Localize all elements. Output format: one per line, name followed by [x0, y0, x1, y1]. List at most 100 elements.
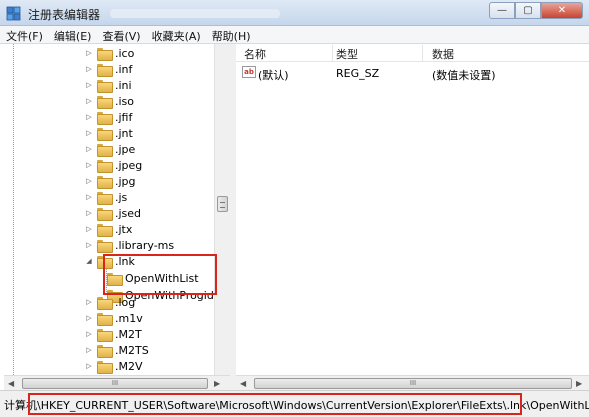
expand-arrow-icon[interactable]: ▷ — [84, 145, 94, 153]
tree-node-label: .M2TS — [115, 343, 149, 357]
tree-node-openwithlist[interactable]: OpenWithList — [104, 270, 199, 286]
close-button[interactable]: ✕ — [541, 2, 583, 19]
tree-node-label: .ini — [115, 78, 132, 92]
scroll-right-icon[interactable]: ▶ — [576, 379, 582, 388]
tree-node[interactable]: ▷ .M2V — [84, 358, 143, 374]
tree-node-label: OpenWithList — [125, 271, 199, 285]
tree-node-label: .jpeg — [115, 158, 143, 172]
tree-node-lnk[interactable]: ◢ .lnk — [84, 253, 135, 269]
expand-arrow-icon[interactable]: ▷ — [84, 362, 94, 370]
tree-node[interactable]: ▷ .M2TS — [84, 342, 149, 358]
scroll-left-icon[interactable]: ◀ — [240, 379, 246, 388]
tree-node[interactable]: ▷ .m1v — [84, 310, 143, 326]
menu-file[interactable]: 文件(F) — [0, 26, 48, 43]
tree-node[interactable]: ▷ .M2T — [84, 326, 142, 342]
tree-node-label: .jtx — [115, 222, 133, 236]
window-controls: — ▢ ✕ — [489, 2, 583, 19]
tree-node[interactable]: ▷ .jpe — [84, 141, 135, 157]
expand-arrow-icon[interactable]: ▷ — [84, 346, 94, 354]
folder-icon — [97, 344, 113, 358]
folder-icon — [97, 207, 113, 221]
column-separator[interactable] — [332, 45, 333, 61]
scroll-left-icon[interactable]: ◀ — [8, 379, 14, 388]
tree-node[interactable]: ▷ .iso — [84, 93, 134, 109]
folder-icon — [97, 159, 113, 173]
column-header-name[interactable]: 名称 — [244, 46, 266, 62]
expand-arrow-icon[interactable]: ▷ — [84, 209, 94, 217]
minimize-button[interactable]: — — [489, 2, 515, 19]
value-row[interactable]: ab (默认) REG_SZ (数值未设置) — [236, 64, 589, 82]
list-horizontal-scrollbar[interactable]: ◀ III ▶ — [236, 375, 589, 390]
tree-node[interactable]: ▷ .jpg — [84, 173, 136, 189]
folder-icon — [107, 272, 123, 286]
tree-guide-line — [13, 44, 14, 375]
window-title: 注册表编辑器 — [28, 8, 101, 22]
folder-icon — [97, 296, 113, 310]
tree-node-label: .log — [115, 295, 136, 309]
expand-arrow-icon[interactable]: ▷ — [84, 65, 94, 73]
tree-node[interactable]: ▷ .jpeg — [84, 157, 142, 173]
expand-arrow-icon[interactable]: ▷ — [84, 225, 94, 233]
tree-node[interactable]: ▷ .jnt — [84, 125, 133, 141]
tree-vertical-scrollbar[interactable] — [214, 44, 230, 375]
expand-arrow-icon[interactable]: ▷ — [84, 193, 94, 201]
value-data: (数值未设置) — [432, 69, 496, 82]
list-header: 名称 类型 数据 — [236, 44, 589, 62]
expand-arrow-icon[interactable]: ▷ — [84, 129, 94, 137]
highlight-box — [28, 393, 522, 415]
column-header-type[interactable]: 类型 — [336, 46, 358, 62]
expand-arrow-icon[interactable]: ▷ — [84, 97, 94, 105]
values-list[interactable]: 名称 类型 数据 ab (默认) REG_SZ (数值未设置) — [236, 44, 589, 375]
tree-node[interactable]: ▷ .jtx — [84, 221, 132, 237]
tree-node[interactable]: ▷ .js — [84, 189, 127, 205]
folder-icon — [97, 223, 113, 237]
expand-arrow-icon[interactable]: ▷ — [84, 161, 94, 169]
menu-help[interactable]: 帮助(H) — [206, 26, 256, 43]
tree-node[interactable]: ▷ .jfif — [84, 109, 132, 125]
menu-favorites[interactable]: 收藏夹(A) — [146, 26, 206, 43]
tree-horizontal-scrollbar[interactable]: ◀ III ▶ — [4, 375, 230, 390]
tree-node[interactable]: ▷ .ico — [84, 45, 134, 61]
expand-arrow-icon[interactable]: ▷ — [84, 241, 94, 249]
tree-node-label: .M2T — [115, 327, 142, 341]
tree-node-label: .library-ms — [115, 238, 175, 252]
folder-icon — [97, 191, 113, 205]
tree-node[interactable]: ▷ .ini — [84, 77, 132, 93]
expand-arrow-icon[interactable]: ▷ — [84, 49, 94, 57]
column-header-data[interactable]: 数据 — [432, 46, 454, 62]
status-bar: 计算机\HKEY_CURRENT_USER\Software\Microsoft… — [0, 390, 589, 417]
tree-node-label: .lnk — [115, 254, 135, 268]
folder-icon — [97, 360, 113, 374]
tree-node[interactable]: ▷ .inf — [84, 61, 132, 77]
expand-arrow-icon[interactable]: ▷ — [84, 314, 94, 322]
registry-tree[interactable]: ▷ .ico ▷ .inf ▷ .ini ▷ .iso ▷ .jfif ▷ .j… — [4, 44, 230, 375]
tree-node-label: .m1v — [115, 311, 143, 325]
tree-node[interactable]: ▷ .jsed — [84, 205, 141, 221]
menu-bar: 文件(F) 编辑(E) 查看(V) 收藏夹(A) 帮助(H) — [0, 26, 589, 44]
expand-arrow-icon[interactable]: ▷ — [84, 81, 94, 89]
folder-icon — [97, 328, 113, 342]
tree-node[interactable]: ▷ .log — [84, 294, 135, 310]
folder-icon — [97, 175, 113, 189]
tree-node[interactable]: ▷ .library-ms — [84, 237, 174, 253]
tree-node-label: .inf — [115, 62, 133, 76]
scroll-thumb[interactable]: III — [22, 378, 208, 389]
scroll-right-icon[interactable]: ▶ — [214, 379, 220, 388]
scroll-thumb[interactable] — [217, 196, 228, 212]
menu-view[interactable]: 查看(V) — [96, 26, 145, 43]
value-type: REG_SZ — [336, 67, 380, 80]
tree-node-label: OpenWithProgids — [125, 288, 220, 302]
folder-icon — [97, 63, 113, 77]
column-separator[interactable] — [422, 45, 423, 61]
folder-icon — [97, 239, 113, 253]
tree-node-label: .jpg — [115, 174, 136, 188]
tree-node-label: .iso — [115, 94, 135, 108]
maximize-button[interactable]: ▢ — [515, 2, 541, 19]
expand-arrow-icon[interactable]: ▷ — [84, 298, 94, 306]
menu-edit[interactable]: 编辑(E) — [48, 26, 97, 43]
expand-arrow-icon[interactable]: ▷ — [84, 330, 94, 338]
expand-arrow-icon[interactable]: ▷ — [84, 113, 94, 121]
expand-arrow-icon[interactable]: ▷ — [84, 177, 94, 185]
scroll-thumb[interactable]: III — [254, 378, 572, 389]
collapse-arrow-icon[interactable]: ◢ — [84, 257, 94, 265]
